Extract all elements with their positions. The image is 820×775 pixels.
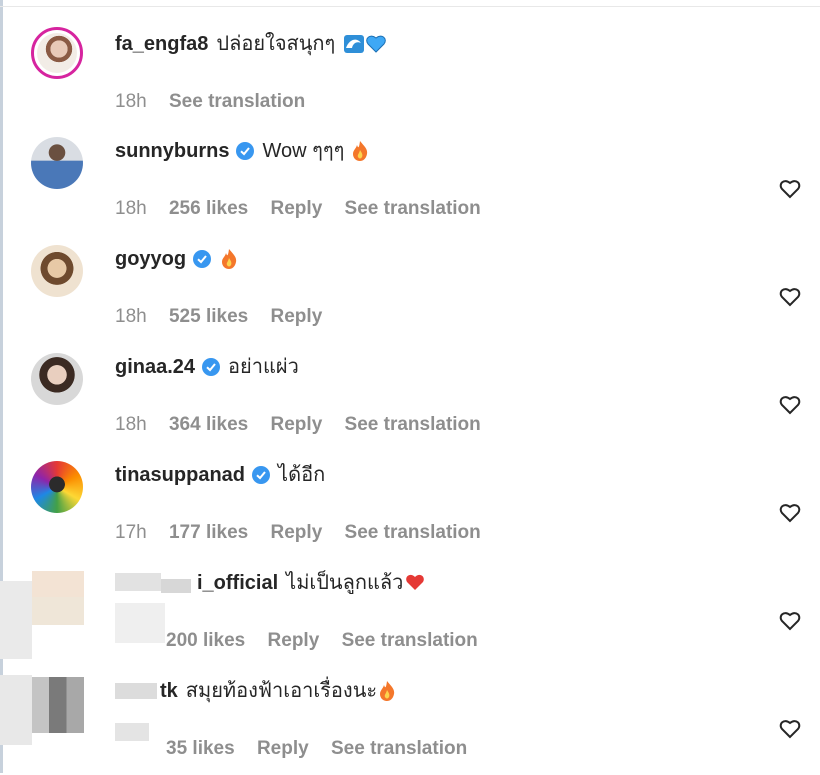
like-heart-icon[interactable] [779,179,801,199]
pixelated-area [32,597,84,625]
avatar[interactable] [32,677,84,733]
comment-time: 18h [115,306,147,327]
avatar[interactable] [31,245,83,297]
comment-text: ได้อีก [278,464,326,486]
fire-icon [377,680,397,702]
top-divider [0,6,820,7]
comment-text: ไม่เป็นลูกแล้ว [286,572,404,594]
fire-icon [219,248,239,270]
see-translation-link[interactable]: See translation [169,91,305,112]
like-heart-icon[interactable] [779,719,801,739]
avatar[interactable] [32,571,84,597]
verified-badge-icon [193,250,212,268]
verified-badge-icon [252,466,271,484]
comment-item: goyyog 18h 525 likes Reply [0,235,820,343]
likes-count[interactable]: 525 likes [169,306,248,327]
see-translation-link[interactable]: See translation [342,630,478,651]
verified-badge-icon [236,142,255,160]
reply-button[interactable]: Reply [257,738,309,759]
avatar[interactable] [31,461,83,513]
username[interactable]: i_official [197,571,278,595]
username[interactable]: goyyog [115,247,186,271]
pixelated-area [0,581,32,659]
username[interactable]: fa_engfa8 [115,32,208,56]
fire-icon [350,140,370,162]
likes-count[interactable]: 256 likes [169,198,248,219]
see-translation-link[interactable]: See translation [345,414,481,435]
likes-count[interactable]: 35 likes [166,738,235,759]
comment-item: i_official ไม่เป็นลูกแล้ว 200 likes Repl… [0,559,820,667]
like-heart-icon[interactable] [779,611,801,631]
like-heart-icon[interactable] [779,395,801,415]
comment-time: 18h [115,91,147,112]
reply-button[interactable]: Reply [271,306,323,327]
like-heart-icon[interactable] [779,503,801,523]
avatar[interactable] [31,27,83,79]
pixelated-area [115,603,165,643]
username[interactable]: ginaa.24 [115,355,195,379]
comment-time: 18h [115,198,147,219]
likes-count[interactable]: 364 likes [169,414,248,435]
username[interactable]: tk [160,679,178,703]
comment-item: ginaa.24 อย่าแผ่ว 18h 364 likes Reply Se… [0,343,820,451]
avatar[interactable] [31,137,83,189]
pixelated-area [115,683,157,699]
comment-text: Wow ๆๆๆ [262,140,345,162]
like-heart-icon[interactable] [779,287,801,307]
pixelated-area [115,723,149,741]
verified-badge-icon [202,358,221,376]
comment-time: 17h [115,522,147,543]
likes-count[interactable]: 200 likes [166,630,245,651]
comment-item: sunnyburns Wow ๆๆๆ 18h 256 likes Reply S… [0,127,820,235]
reply-button[interactable]: Reply [271,198,323,219]
pixelated-area [0,675,32,745]
username[interactable]: sunnyburns [115,139,229,163]
reply-button[interactable]: Reply [271,522,323,543]
blue-heart-icon [365,33,387,55]
see-translation-link[interactable]: See translation [345,198,481,219]
comment-text: ปล่อยใจสนุกๆ [216,33,336,55]
comment-item: tinasuppanad ได้อีก 17h 177 likes Reply … [0,451,820,559]
comment-time: 18h [115,414,147,435]
comment-item: tk สมุยท้องฟ้าเอาเรื่องนะ 35 likes Reply… [0,667,820,775]
wave-icon [343,33,365,55]
comment-text: อย่าแผ่ว [228,356,299,378]
see-translation-link[interactable]: See translation [345,522,481,543]
heart-broken-icon [405,572,425,594]
reply-button[interactable]: Reply [268,630,320,651]
comment-text: สมุยท้องฟ้าเอาเรื่องนะ [185,680,378,702]
pixelated-area [115,573,161,591]
comment-item: fa_engfa8 ปล่อยใจสนุกๆ 18h See translati… [0,20,820,128]
see-translation-link[interactable]: See translation [331,738,467,759]
reply-button[interactable]: Reply [271,414,323,435]
likes-count[interactable]: 177 likes [169,522,248,543]
avatar[interactable] [31,353,83,405]
username[interactable]: tinasuppanad [115,463,245,487]
pixelated-area [161,579,191,593]
